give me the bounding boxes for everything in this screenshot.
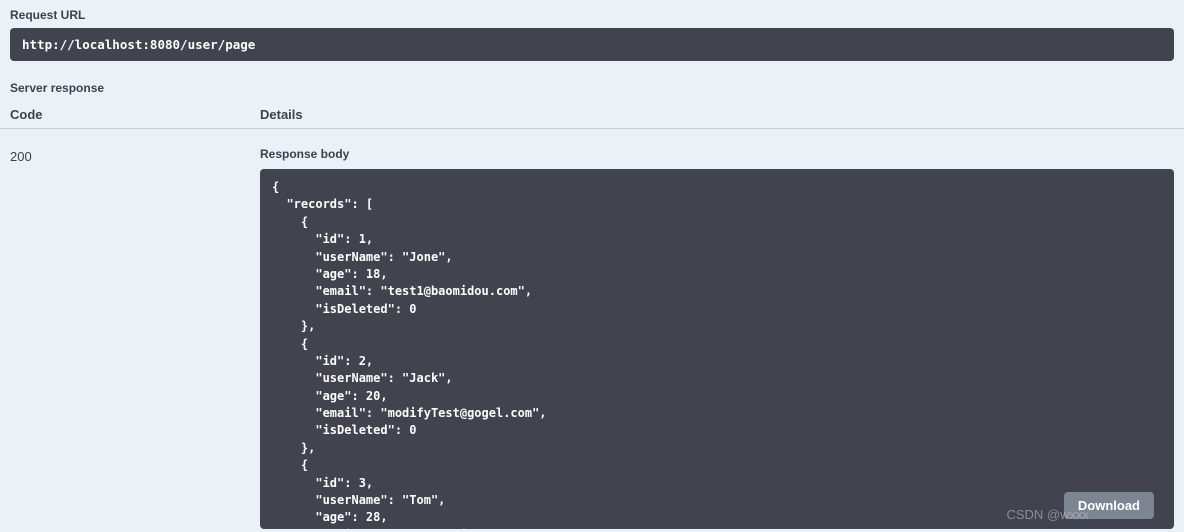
request-url-value: http://localhost:8080/user/page	[10, 28, 1174, 61]
response-table-header: Code Details	[0, 107, 1184, 129]
request-url-label: Request URL	[0, 0, 1184, 28]
response-body-content[interactable]: { "records": [ { "id": 1, "userName": "J…	[260, 169, 1174, 529]
download-button[interactable]: Download	[1064, 492, 1154, 519]
details-column: Response body { "records": [ { "id": 1, …	[260, 147, 1174, 529]
code-column-header: Code	[10, 107, 260, 122]
status-code: 200	[10, 147, 260, 529]
response-body-wrapper: { "records": [ { "id": 1, "userName": "J…	[260, 169, 1174, 529]
response-row: 200 Response body { "records": [ { "id":…	[0, 129, 1184, 529]
server-response-label: Server response	[0, 73, 1184, 101]
response-body-label: Response body	[260, 147, 1174, 161]
details-column-header: Details	[260, 107, 1174, 122]
